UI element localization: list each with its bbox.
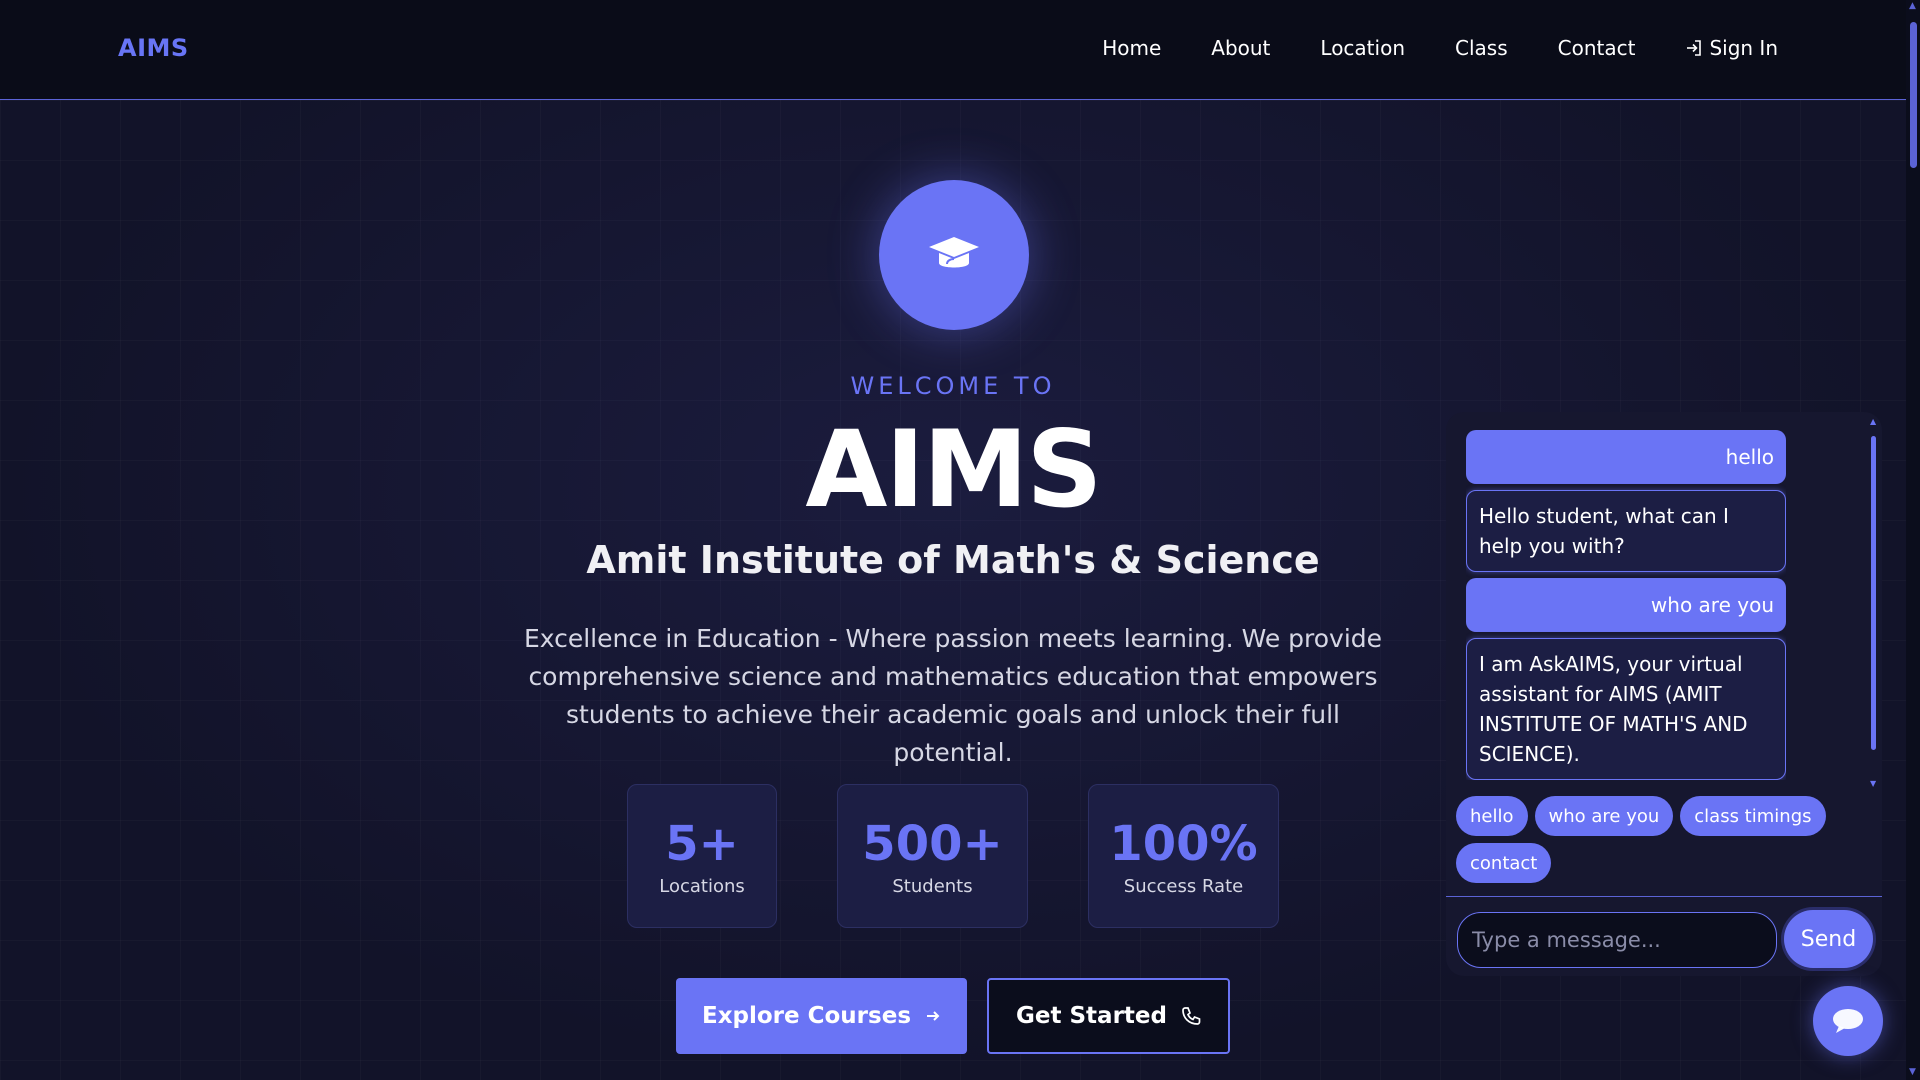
get-started-label: Get Started [1016, 1003, 1167, 1029]
sign-in-link[interactable]: Sign In [1685, 36, 1778, 60]
quick-reply-chip[interactable]: who are you [1534, 796, 1674, 836]
quick-reply-chip[interactable]: class timings [1680, 796, 1826, 836]
stat-card-students: 500+ Students [837, 784, 1028, 928]
nav-link-location[interactable]: Location [1320, 36, 1405, 60]
scroll-down-arrow-icon[interactable]: ▼ [1909, 1068, 1916, 1077]
stat-value: 100% [1109, 815, 1258, 872]
brand-logo[interactable]: AIMS [118, 34, 189, 62]
stat-value: 500+ [862, 815, 1003, 872]
scroll-up-arrow-icon[interactable]: ▲ [1909, 2, 1916, 11]
nav-link-home[interactable]: Home [1102, 36, 1161, 60]
nav-links: Home About Location Class Contact Sign I… [1102, 36, 1778, 60]
stat-label: Students [892, 875, 973, 897]
sign-in-icon [1685, 39, 1703, 57]
nav-link-about[interactable]: About [1211, 36, 1270, 60]
navbar: AIMS Home About Location Class Contact S… [0, 0, 1906, 100]
page-scrollbar[interactable]: ▲ ▼ [1906, 0, 1920, 1080]
chat-message-user: hello [1466, 430, 1786, 484]
chat-scroll-up-icon[interactable]: ▲ [1870, 418, 1876, 426]
sign-in-label: Sign In [1709, 36, 1778, 60]
graduation-cap-logo [879, 180, 1029, 330]
stat-card-success-rate: 100% Success Rate [1088, 784, 1279, 928]
nav-link-contact[interactable]: Contact [1558, 36, 1636, 60]
stat-label: Success Rate [1123, 875, 1244, 897]
chat-message-bot: Hello student, what can I help you with? [1466, 490, 1786, 572]
explore-courses-button[interactable]: Explore Courses [676, 978, 967, 1054]
quick-replies: hello who are you class timings contact [1456, 796, 1856, 883]
stat-label: Locations [659, 875, 745, 897]
arrow-right-icon [927, 1011, 940, 1021]
chat-panel: hello Hello student, what can I help you… [1446, 412, 1882, 976]
nav-link-class[interactable]: Class [1455, 36, 1508, 60]
phone-icon [1182, 1007, 1201, 1025]
stat-value: 5+ [665, 815, 739, 872]
stat-card-locations: 5+ Locations [627, 784, 777, 928]
quick-reply-chip[interactable]: contact [1456, 843, 1552, 883]
hero-description: Excellence in Education - Where passion … [523, 624, 1383, 767]
chat-divider [1446, 896, 1882, 897]
get-started-button[interactable]: Get Started [987, 978, 1230, 1054]
chat-scrollbar[interactable]: ▲ ▼ [1870, 418, 1878, 788]
welcome-label: WELCOME TO [850, 372, 1056, 400]
page-scrollbar-thumb[interactable] [1910, 22, 1917, 168]
chat-message-bot: I am AskAIMS, your virtual assistant for… [1466, 638, 1786, 780]
chat-toggle-button[interactable] [1813, 986, 1883, 1056]
chat-scrollbar-thumb[interactable] [1871, 436, 1876, 750]
chat-message-input[interactable] [1457, 912, 1777, 968]
graduation-cap-icon [929, 237, 979, 268]
chat-bubble-icon [1833, 1009, 1863, 1033]
chat-messages[interactable]: hello Hello student, what can I help you… [1466, 430, 1786, 780]
explore-courses-label: Explore Courses [701, 1003, 912, 1029]
quick-reply-chip[interactable]: hello [1456, 796, 1528, 836]
chat-send-button[interactable]: Send [1784, 910, 1873, 968]
chat-scroll-down-icon[interactable]: ▼ [1870, 780, 1876, 788]
chat-message-user: who are you [1466, 578, 1786, 632]
